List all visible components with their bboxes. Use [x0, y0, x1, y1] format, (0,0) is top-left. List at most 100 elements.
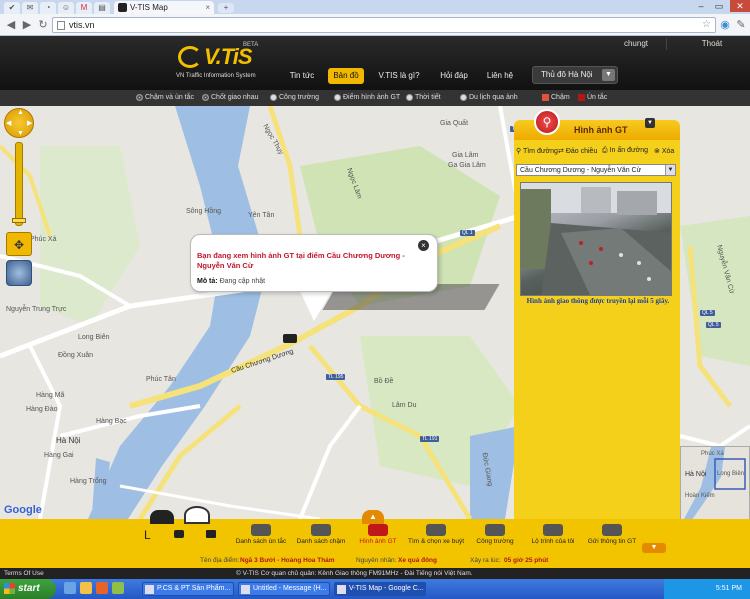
- new-tab-button[interactable]: +: [218, 3, 234, 13]
- traffic-image-button[interactable]: Hình ảnh GT: [356, 524, 400, 550]
- quicklaunch-chrome-icon[interactable]: [112, 582, 124, 594]
- pinned-tab-gmail-icon[interactable]: M: [76, 2, 92, 14]
- filter-junction-radio[interactable]: Chốt giao nhau: [202, 93, 258, 103]
- wrench-menu-icon[interactable]: ✎: [734, 18, 748, 32]
- ruler-icon[interactable]: L: [144, 528, 151, 542]
- construction-button[interactable]: Công trường: [472, 524, 518, 550]
- find-route-button[interactable]: ⚲ Tìm đường: [516, 147, 558, 155]
- pan-up-icon[interactable]: ▲: [17, 109, 24, 116]
- congestion-list-label: Danh sách ùn tắc: [235, 538, 287, 545]
- bookmark-star-icon[interactable]: ☆: [702, 18, 711, 32]
- road: [298, 404, 362, 519]
- congestion-list-button[interactable]: Danh sách ùn tắc: [234, 524, 288, 550]
- pinned-tab-bookmark-icon[interactable]: ◔: [40, 2, 56, 14]
- city-select[interactable]: Thủ đô Hà Nội ▼: [532, 66, 618, 84]
- print-route-button[interactable]: ⎙ In ấn đường: [602, 147, 648, 155]
- nav-map[interactable]: Bản đồ: [328, 68, 364, 84]
- filter-traffic-images-radio[interactable]: Điểm hình ảnh GT: [334, 93, 400, 103]
- pinned-tab-smile-icon[interactable]: ☺: [58, 2, 74, 14]
- car-mode-icon[interactable]: [184, 506, 210, 524]
- nav-about[interactable]: V.TIS là gì?: [372, 68, 426, 84]
- globe-view-icon[interactable]: [6, 260, 32, 286]
- slow-list-button[interactable]: Danh sách chậm: [294, 524, 348, 550]
- traffic-camera-image: [520, 182, 672, 296]
- camera-info-popup: × Bạn đang xem hình ảnh GT tại điểm Cầu …: [190, 234, 438, 292]
- reverse-route-button[interactable]: ⇄ Đảo chiều: [558, 147, 597, 155]
- zoom-slider-thumb[interactable]: [12, 218, 26, 223]
- search-icon[interactable]: ⚲: [534, 109, 560, 135]
- quicklaunch-outlook-icon[interactable]: [96, 582, 108, 594]
- filter-label: Thời tiết: [415, 94, 441, 101]
- find-bus-button[interactable]: Tìm & chọn xe buýt: [406, 524, 466, 550]
- filter-weather-radio[interactable]: Thời tiết: [406, 93, 441, 103]
- quicklaunch-ie-icon[interactable]: [80, 582, 92, 594]
- close-tab-icon[interactable]: ×: [205, 1, 210, 14]
- logo-tagline: VN Traffic Information System: [176, 73, 256, 79]
- close-window-icon[interactable]: ✕: [730, 0, 750, 12]
- browser-tab-active[interactable]: V-TIS Map ×: [114, 1, 214, 14]
- expand-bottom-icon[interactable]: ▲: [362, 510, 384, 524]
- logout-link[interactable]: Thoát: [682, 38, 742, 50]
- send-info-button[interactable]: Gửi thông tin GT: [584, 524, 640, 550]
- incident-street-value: Ngã 3 Bưởi - Hoàng Hoa Thám: [240, 557, 335, 564]
- map-pan-control[interactable]: ▲ ▼ ◀ ▶: [4, 108, 34, 138]
- close-icon[interactable]: ×: [418, 240, 429, 251]
- clear-button[interactable]: ⊗ Xóa: [654, 147, 674, 155]
- taskbar-item[interactable]: Untitled - Message (H...: [238, 582, 330, 596]
- quicklaunch-desktop-icon[interactable]: [64, 582, 76, 594]
- extension-icon[interactable]: ◉: [718, 18, 732, 32]
- chrome-icon: [337, 585, 346, 594]
- slow-list-label: Danh sách chậm: [296, 538, 346, 545]
- fullscreen-map-button[interactable]: ✥: [6, 232, 32, 256]
- my-route-button[interactable]: Lộ trình của tôi: [526, 524, 580, 550]
- address-bar[interactable]: vtis.vn ☆: [52, 17, 716, 33]
- map-label-lam-du: Lâm Du: [392, 402, 417, 409]
- latest-incident-ticker: Tên địa điểm: Ngã 3 Bưởi - Hoàng Hoa Thá…: [0, 555, 750, 567]
- nav-news[interactable]: Tin tức: [284, 68, 320, 84]
- minimize-window-icon[interactable]: –: [692, 0, 710, 12]
- pan-left-icon[interactable]: ◀: [6, 119, 11, 127]
- more-options-icon[interactable]: ▼: [642, 543, 666, 553]
- reverse-route-label: Đảo chiều: [565, 148, 598, 155]
- camera-marker-icon[interactable]: [283, 334, 297, 343]
- camera-icon[interactable]: [174, 530, 184, 538]
- overview-map[interactable]: Phúc Xá Long Biên Hà Nội Hoàn Kiếm: [680, 446, 750, 520]
- forward-icon[interactable]: ▶: [20, 18, 34, 32]
- taskbar-item-active[interactable]: V-TIS Map - Google C...: [334, 582, 426, 596]
- incident-cause-value: Xe quá đông: [398, 557, 437, 564]
- start-button[interactable]: start: [0, 579, 56, 599]
- map-label-hang-dao: Hàng Đào: [26, 406, 58, 413]
- user-link[interactable]: chungt: [606, 38, 666, 50]
- nav-faq[interactable]: Hỏi đáp: [434, 68, 474, 84]
- map-label-phuc-tan: Phúc Tân: [146, 376, 176, 383]
- motorbike-mode-icon[interactable]: [150, 510, 174, 524]
- print-icon[interactable]: [206, 530, 216, 538]
- road: [28, 345, 63, 519]
- folder-icon: [145, 585, 154, 594]
- filter-congestion-radio[interactable]: Chậm và ùn tắc: [136, 93, 194, 103]
- pinned-tab-mail-icon[interactable]: ✉: [22, 2, 38, 14]
- message-icon: [241, 585, 250, 594]
- taskbar-item[interactable]: P.CS & PT Sản Phẩm...: [142, 582, 234, 596]
- pinned-tab-check-icon[interactable]: ✔: [4, 2, 20, 14]
- panel-collapse-icon[interactable]: ▼: [645, 118, 655, 128]
- popup-desc-label: Mô tả:: [197, 278, 218, 285]
- vtis-favicon-icon: [118, 3, 127, 12]
- car-slow-icon: [311, 524, 331, 536]
- filter-travel-radio[interactable]: Du lịch qua ảnh: [460, 93, 518, 103]
- pan-right-icon[interactable]: ▶: [27, 119, 32, 127]
- nav-contact[interactable]: Liên hệ: [482, 68, 518, 84]
- pan-down-icon[interactable]: ▼: [17, 130, 24, 137]
- back-icon[interactable]: ◀: [4, 18, 18, 32]
- filter-construction-radio[interactable]: Công trường: [270, 93, 319, 103]
- camera-location-select[interactable]: Cầu Chương Dương - Nguyễn Văn Cừ ▼: [516, 164, 676, 176]
- terms-link[interactable]: Terms Of Use: [4, 568, 44, 579]
- system-tray: 5:51 PM: [664, 579, 750, 599]
- map-label-gia-lam: Gia Lâm: [452, 152, 479, 159]
- zoom-slider-track[interactable]: [15, 142, 23, 226]
- start-label: start: [18, 583, 40, 594]
- reload-icon[interactable]: ↻: [36, 18, 50, 32]
- pinned-tab-doc-icon[interactable]: ▤: [94, 2, 110, 14]
- maximize-window-icon[interactable]: ▭: [710, 0, 728, 12]
- map-label-nguyen-trung-truc: Nguyễn Trung Trực: [6, 306, 67, 313]
